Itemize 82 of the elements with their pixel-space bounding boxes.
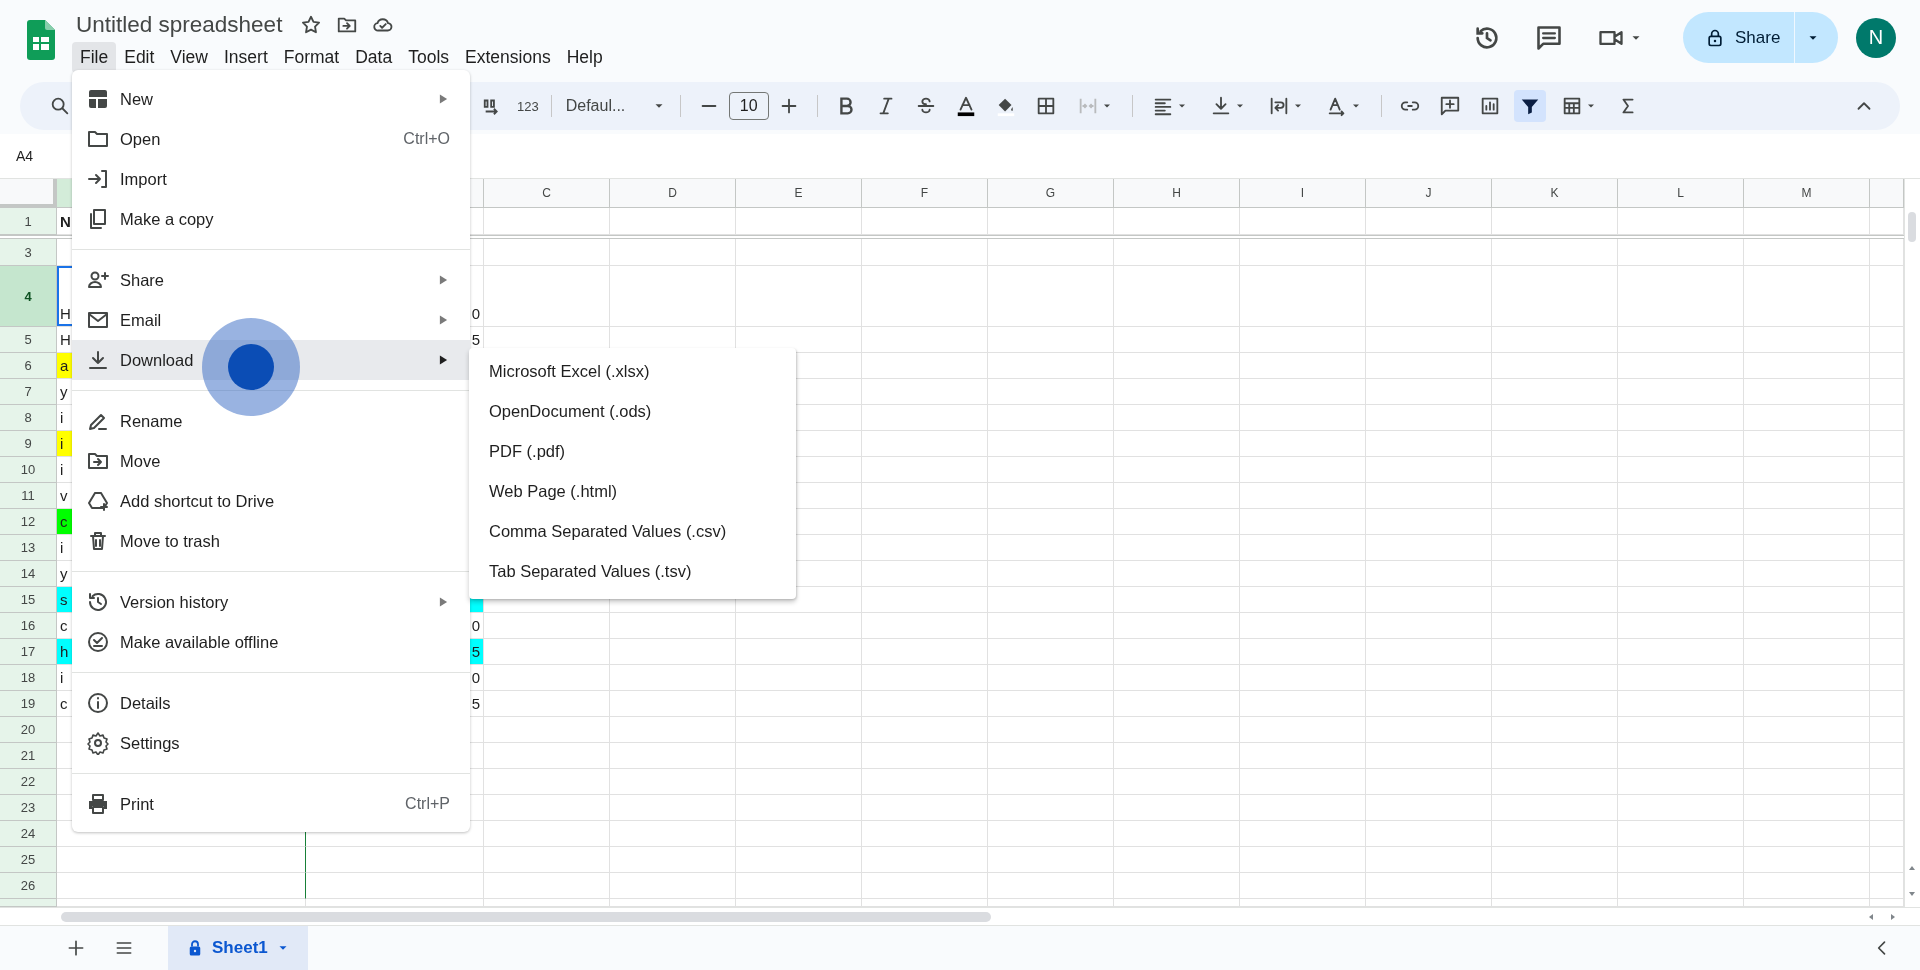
menu-item[interactable]: Web Page (.html)	[469, 471, 796, 511]
row-header[interactable]: 26	[0, 873, 57, 899]
share-button[interactable]: Share	[1683, 12, 1838, 63]
row-header[interactable]: 14	[0, 561, 57, 587]
menu-item[interactable]: Microsoft Excel (.xlsx)	[469, 351, 796, 391]
row-header[interactable]: 7	[0, 379, 57, 405]
column-header[interactable]: E	[736, 179, 862, 208]
menu-item[interactable]: Print Ctrl+P	[72, 784, 470, 824]
row-header[interactable]: 15	[0, 587, 57, 613]
scrollbar-thumb[interactable]	[61, 911, 991, 922]
share-label: Share	[1735, 27, 1781, 48]
column-header[interactable]: I	[1240, 179, 1366, 208]
menu-item[interactable]: Tab Separated Values (.tsv)	[469, 551, 796, 591]
menu-item[interactable]: Data	[347, 42, 401, 73]
number-format-button[interactable]: 123	[513, 90, 543, 122]
printer-icon	[86, 792, 110, 816]
row-header[interactable]: 19	[0, 691, 57, 717]
row-header[interactable]: 24	[0, 821, 57, 847]
document-title[interactable]: Untitled spreadsheet	[72, 10, 287, 40]
add-sheet-icon[interactable]	[66, 938, 86, 958]
name-box[interactable]: A4	[16, 148, 34, 164]
row-header[interactable]: 5	[0, 327, 57, 353]
row-header[interactable]: 20	[0, 717, 57, 743]
column-header[interactable]: F	[862, 179, 988, 208]
column-header[interactable]: C	[484, 179, 610, 208]
column-header[interactable]: D	[610, 179, 736, 208]
column-header[interactable]: L	[1618, 179, 1744, 208]
menu-item[interactable]: Import	[72, 159, 470, 199]
new-sheet-icon	[86, 87, 110, 111]
row-header[interactable]: 21	[0, 743, 57, 769]
row-header[interactable]: 11	[0, 483, 57, 509]
row-header[interactable]: 23	[0, 795, 57, 821]
info-icon	[86, 691, 110, 715]
row-header[interactable]: 17	[0, 639, 57, 665]
lock-icon	[1705, 27, 1725, 48]
row-header[interactable]: 9	[0, 431, 57, 457]
menu-item[interactable]: Extensions	[457, 42, 559, 73]
menu-item[interactable]: Edit	[116, 42, 163, 73]
row-header[interactable]: 16	[0, 613, 57, 639]
menu-item[interactable]: PDF (.pdf)	[469, 431, 796, 471]
column-header[interactable]: H	[1114, 179, 1240, 208]
row-header[interactable]: 4	[0, 266, 57, 327]
menu-item[interactable]: Tools	[400, 42, 458, 73]
account-avatar[interactable]: N	[1856, 17, 1896, 58]
star-icon[interactable]	[300, 14, 323, 36]
settings-icon	[86, 731, 110, 755]
row-header[interactable]: 8	[0, 405, 57, 431]
sheet-tab[interactable]: Sheet1	[168, 926, 308, 970]
font-dropdown[interactable]: Defaul...	[559, 90, 672, 122]
filter-icon[interactable]	[1513, 90, 1546, 122]
sheets-logo-icon	[26, 20, 56, 60]
history-icon	[86, 590, 110, 614]
row-header[interactable]: 12	[0, 509, 57, 535]
column-header[interactable]: J	[1366, 179, 1492, 208]
column-header[interactable]: G	[988, 179, 1114, 208]
menu-item[interactable]: New	[72, 79, 470, 119]
row-header[interactable]: 1	[0, 208, 57, 235]
row-header[interactable]: 6	[0, 353, 57, 379]
row-header[interactable]: 25	[0, 847, 57, 873]
menu-item[interactable]: Insert	[216, 42, 276, 73]
menu-item[interactable]: Help	[558, 42, 611, 73]
row-header[interactable]: 3	[0, 239, 57, 266]
menu-item[interactable]: Comma Separated Values (.csv)	[469, 511, 796, 551]
font-size-field[interactable]: 10	[728, 92, 769, 120]
menu-item[interactable]: Format	[275, 42, 348, 73]
column-header[interactable]: M	[1744, 179, 1870, 208]
menu-item[interactable]: OpenDocument (.ods)	[469, 391, 796, 431]
column-header[interactable]: K	[1492, 179, 1618, 208]
drive-plus-icon	[86, 489, 110, 513]
download-icon	[86, 348, 110, 372]
menu-item[interactable]: Settings	[72, 723, 470, 763]
row-header[interactable]: 13	[0, 535, 57, 561]
row-header[interactable]: 18	[0, 665, 57, 691]
menu-item[interactable]: Open Ctrl+O	[72, 119, 470, 159]
menu-item[interactable]: View	[162, 42, 216, 73]
row-header[interactable]: 22	[0, 769, 57, 795]
row-header[interactable]: 10	[0, 457, 57, 483]
menu-item[interactable]: Download	[72, 340, 470, 380]
check-circle-icon	[86, 630, 110, 654]
import-icon	[86, 167, 110, 191]
scrollbar-thumb[interactable]	[1908, 212, 1917, 242]
comment-icon[interactable]	[1535, 23, 1563, 52]
